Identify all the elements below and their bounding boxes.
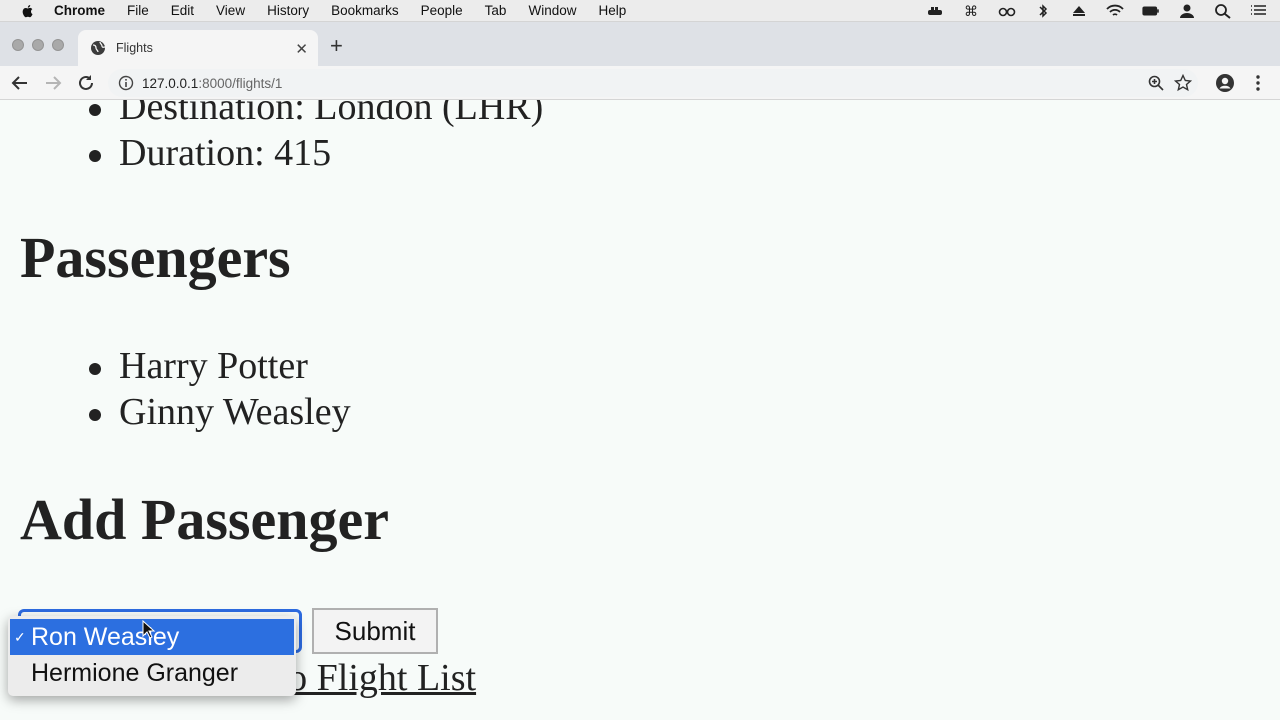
menu-people[interactable]: People [421, 3, 463, 18]
apple-icon[interactable] [20, 3, 36, 19]
fullscreen-window-button[interactable] [52, 39, 64, 51]
address-bar[interactable]: 127.0.0.1:8000/flights/1 [108, 69, 1198, 97]
reload-icon[interactable] [76, 73, 96, 93]
url-text[interactable]: 127.0.0.1:8000/flights/1 [142, 76, 282, 91]
option-label: Hermione Granger [31, 659, 239, 687]
docker-icon[interactable] [926, 3, 944, 19]
list-item: Destination: London (LHR) [88, 100, 543, 130]
status-icons: ⌘ [926, 0, 1268, 22]
browser-toolbar: 127.0.0.1:8000/flights/1 [0, 66, 1280, 100]
close-tab-icon[interactable]: ✕ [295, 40, 308, 58]
menu-bookmarks[interactable]: Bookmarks [331, 3, 399, 18]
glasses-icon[interactable] [998, 3, 1016, 19]
notification-center-icon[interactable] [1250, 3, 1268, 19]
bookmark-star-icon[interactable] [1174, 74, 1192, 92]
menu-file[interactable]: File [127, 3, 149, 18]
more-menu-icon[interactable] [1250, 73, 1266, 93]
passengers-heading: Passengers [20, 225, 291, 290]
svg-text:⌘: ⌘ [964, 3, 978, 19]
zoom-icon[interactable] [1148, 75, 1164, 91]
mouse-pointer-icon [142, 620, 156, 639]
window-controls [12, 39, 64, 51]
bluetooth-icon[interactable] [1034, 3, 1052, 19]
flight-details-list: Destination: London (LHR) Duration: 415 [88, 100, 543, 176]
menu-app-name[interactable]: Chrome [54, 3, 105, 18]
user-icon[interactable] [1178, 3, 1196, 19]
menu-view[interactable]: View [216, 3, 245, 18]
submit-button[interactable]: Submit [312, 608, 438, 654]
spotlight-search-icon[interactable] [1214, 3, 1232, 19]
list-item: Duration: 415 [88, 130, 543, 176]
tab-title: Flights [116, 41, 153, 55]
menu-tab[interactable]: Tab [485, 3, 507, 18]
menu-window[interactable]: Window [528, 3, 576, 18]
passenger-list: Harry Potter Ginny Weasley [89, 343, 351, 435]
option-label: Ron Weasley [31, 623, 180, 651]
add-passenger-heading: Add Passenger [20, 487, 389, 552]
forward-arrow-icon[interactable] [43, 73, 63, 93]
profile-avatar-icon[interactable] [1215, 73, 1235, 93]
checkmark-icon: ✓ [14, 629, 26, 645]
macos-menubar: Chrome File Edit View History Bookmarks … [0, 0, 1280, 22]
url-host: 127.0.0.1 [142, 75, 199, 91]
list-item: Harry Potter [89, 343, 351, 389]
globe-icon [91, 41, 106, 55]
new-tab-button[interactable]: + [330, 35, 343, 57]
battery-icon[interactable] [1142, 3, 1160, 19]
minimize-window-button[interactable] [32, 39, 44, 51]
option-hermione-granger[interactable]: Hermione Granger [10, 655, 294, 691]
info-icon[interactable] [118, 75, 134, 91]
menu-help[interactable]: Help [598, 3, 626, 18]
list-item: Ginny Weasley [89, 391, 351, 433]
url-path: :8000/flights/1 [198, 75, 283, 91]
wifi-icon[interactable] [1106, 3, 1124, 19]
close-window-button[interactable] [12, 39, 24, 51]
tab-strip: Flights ✕ + [0, 22, 1280, 66]
tab-flights[interactable]: Flights ✕ [78, 30, 318, 66]
menu-history[interactable]: History [267, 3, 309, 18]
menu-edit[interactable]: Edit [171, 3, 194, 18]
page-content: Destination: London (LHR) Duration: 415 … [0, 100, 1280, 720]
back-arrow-icon[interactable] [10, 73, 30, 93]
eject-icon[interactable] [1070, 3, 1088, 19]
command-icon[interactable]: ⌘ [962, 3, 980, 19]
